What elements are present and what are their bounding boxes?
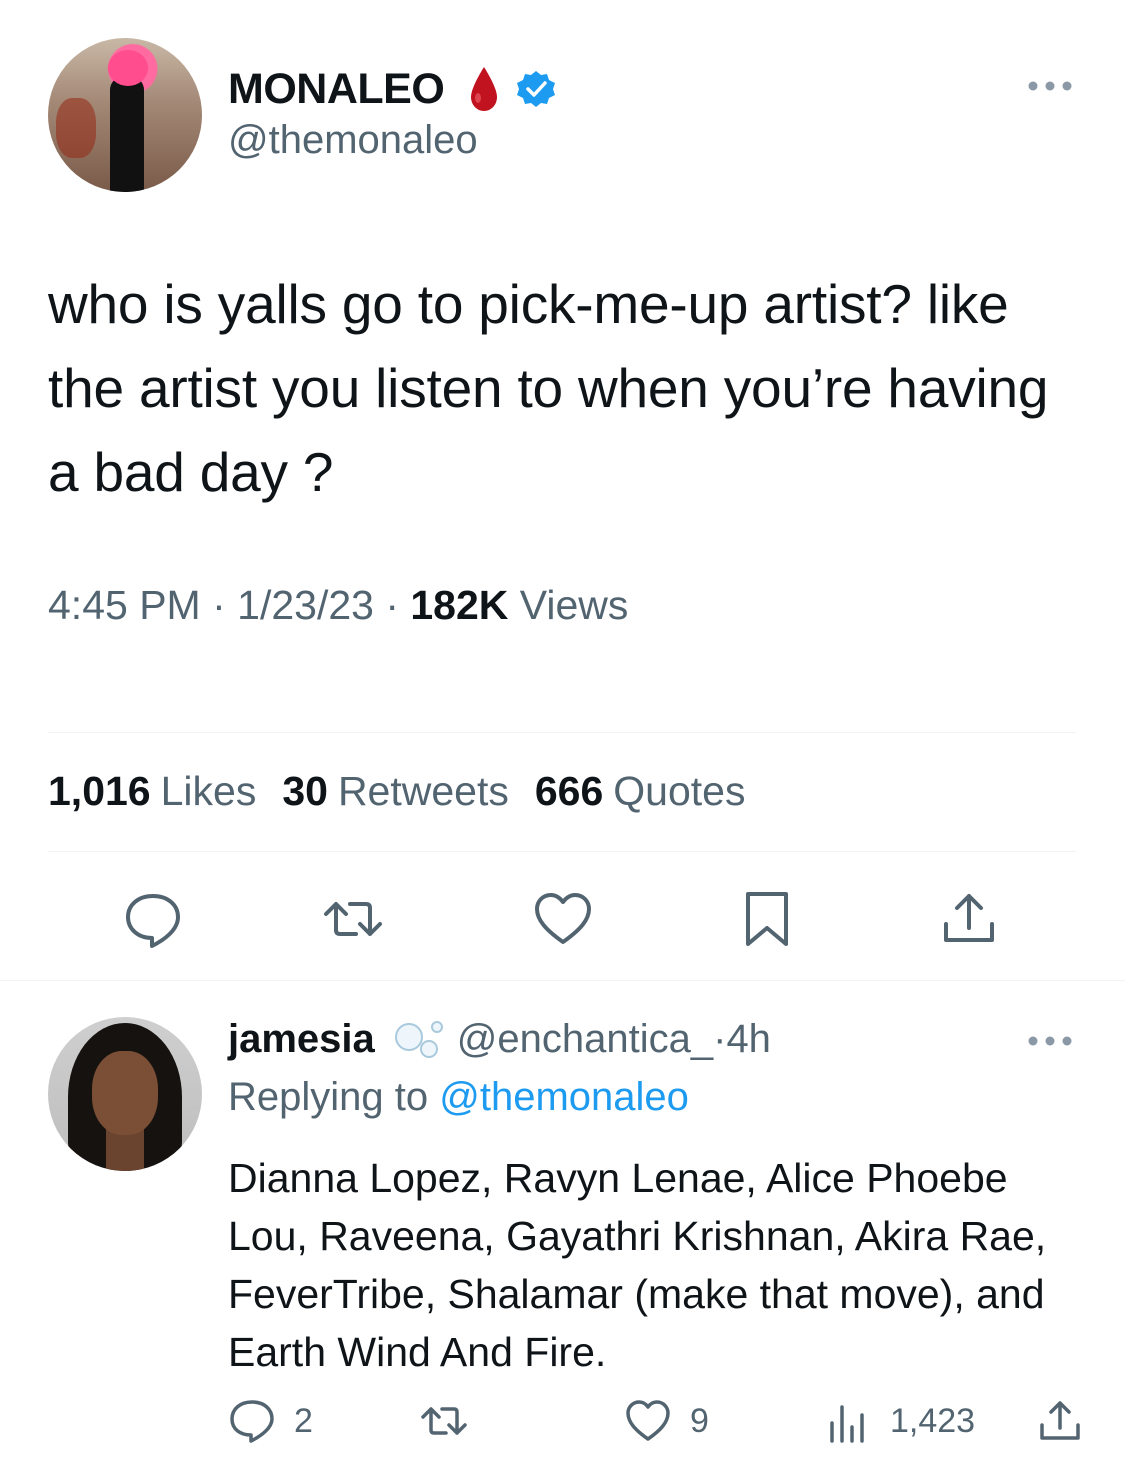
reply-age[interactable]: 4h [726,1017,771,1062]
verified-badge-icon[interactable] [516,69,556,109]
divider [48,851,1076,852]
like-count: 9 [690,1401,709,1440]
tweet-text: who is yalls go to pick-me-up artist? li… [48,273,1049,503]
share-icon[interactable] [938,888,1000,950]
bubbles-icon [394,1021,443,1058]
tweet-time[interactable]: 4:45 PM [48,582,201,628]
like-icon [626,1400,670,1441]
reply-reply-button[interactable]: 2 [228,1397,313,1445]
tweet-meta: 4:45 PM · 1/23/23 · 182K Views [48,582,628,629]
reply-retweet-button[interactable] [420,1397,468,1445]
replying-to-mention[interactable]: @themonaleo [439,1075,689,1119]
reply-author-name[interactable]: jamesia [228,1017,375,1062]
more-options-icon[interactable] [1027,78,1073,94]
meta-separator: · [373,582,411,628]
likes-count: 1,016 [48,768,151,814]
retweet-icon[interactable] [322,888,384,950]
reply-author-avatar[interactable] [48,1017,202,1171]
likes-stat[interactable]: 1,016 Likes [48,768,256,815]
share-icon [1040,1401,1080,1440]
like-icon[interactable] [532,888,594,950]
main-tweet: MONALEO @themonaleo who is yalls go to p… [0,0,1125,980]
author-display-name[interactable]: MONALEO [228,65,445,114]
retweets-label: Retweets [337,768,509,814]
view-count: 1,423 [890,1401,976,1440]
reply-separator: · [713,1016,727,1061]
reply-author-handle[interactable]: @enchantica_ [457,1017,713,1062]
author-name-row: MONALEO [228,64,556,114]
divider [48,732,1076,733]
replying-to: Replying to @themonaleo [228,1075,689,1120]
quotes-stat[interactable]: 666 Quotes [535,768,746,815]
engagement-stats: 1,016 Likes 30 Retweets 666 Quotes [48,768,745,815]
reply-icon [230,1400,274,1443]
reply-actions: 2 9 1,423 [0,1387,1125,1447]
replying-to-prefix: Replying to [228,1075,440,1119]
retweet-icon [421,1407,467,1435]
tweet-date[interactable]: 1/23/23 [237,582,374,628]
reply-like-button[interactable]: 9 [624,1397,709,1445]
bookmark-icon[interactable] [736,888,798,950]
retweets-count: 30 [282,768,328,814]
views-count[interactable]: 182K [410,582,508,628]
reply-header: jamesia @enchantica_ · 4h [228,1015,771,1063]
views-label: Views [508,582,629,628]
author-avatar[interactable] [48,38,202,192]
likes-label: Likes [160,768,257,814]
retweets-stat[interactable]: 30 Retweets [282,768,509,815]
views-chart-icon [830,1405,864,1443]
quotes-label: Quotes [613,768,746,814]
reply-views-button[interactable]: 1,423 [824,1397,975,1445]
reply-text: Dianna Lopez, Ravyn Lenae, Alice Phoebe … [228,1155,1047,1375]
meta-separator: · [200,582,238,628]
reply-more-options-icon[interactable] [1027,1033,1073,1049]
author-handle[interactable]: @themonaleo [228,118,478,163]
reply-icon[interactable] [122,888,184,950]
reply-share-button[interactable] [1036,1397,1084,1445]
blood-drop-icon [471,67,498,111]
reply-count: 2 [294,1401,313,1440]
quotes-count: 666 [534,768,604,814]
reply-tweet[interactable]: jamesia @enchantica_ · 4h Replying to @t… [0,981,1125,1466]
